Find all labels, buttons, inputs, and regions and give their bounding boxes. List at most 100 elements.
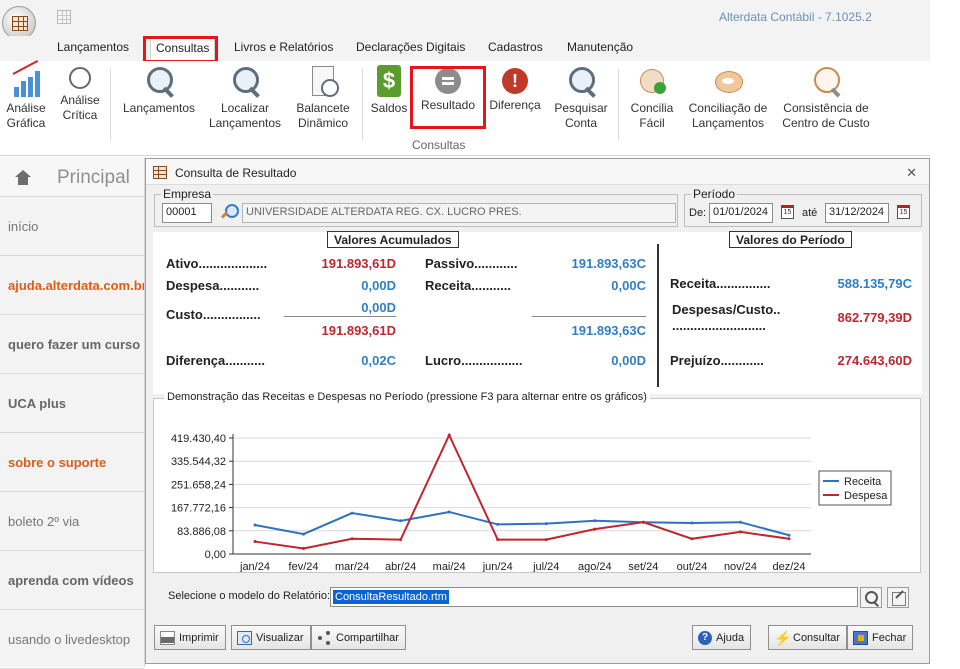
- compartilhar-label: Compartilhar: [336, 631, 399, 644]
- periodo-ate-input[interactable]: 31/12/2024: [825, 203, 889, 223]
- analise-critica-button[interactable]: Análise Crítica: [57, 65, 103, 123]
- tab-manutencao[interactable]: Manutenção: [567, 40, 633, 54]
- chart-panel: Demonstração das Receitas e Despesas no …: [153, 391, 921, 573]
- sidebar-item-videos[interactable]: aprenda com vídeos: [0, 551, 144, 610]
- data-point-despesa: [738, 530, 742, 534]
- legend-label-receita: Receita: [844, 476, 882, 488]
- sidebar-item-livedesktop[interactable]: usando o livedesktop: [0, 610, 144, 669]
- sidebar-title: Principal: [57, 167, 130, 188]
- x-tick-label: abr/24: [385, 561, 416, 572]
- periodo-de-label: De:: [689, 207, 707, 219]
- tab-lancamentos[interactable]: Lançamentos: [57, 40, 129, 54]
- ativo-label: Ativo...................: [166, 256, 268, 271]
- compartilhar-button[interactable]: Compartilhar: [311, 625, 406, 650]
- ajuda-button[interactable]: ? Ajuda: [692, 625, 752, 650]
- periodo-de-input[interactable]: 01/01/2024: [709, 203, 773, 223]
- custo-value: 0,00D: [361, 300, 396, 315]
- y-tick-label: 0,00: [205, 549, 226, 561]
- visualizar-label: Visualizar: [256, 631, 304, 644]
- y-tick-label: 419.430,40: [171, 433, 226, 445]
- preview-icon: [237, 630, 252, 645]
- sidebar-item-suporte[interactable]: sobre o suporte: [0, 433, 144, 492]
- lucro-value: 0,00D: [611, 353, 646, 368]
- data-point-despesa: [690, 537, 694, 541]
- data-point-despesa: [447, 433, 451, 437]
- series-line-despesa: [254, 432, 790, 550]
- valores-periodo-heading: Valores do Período: [729, 231, 852, 248]
- concilia-facil-button[interactable]: Concilia Fácil: [626, 65, 678, 131]
- ribbon-separator: [618, 69, 619, 141]
- lightbulb-icon: [69, 67, 91, 89]
- tab-declaracoes-digitais[interactable]: Declarações Digitais: [356, 40, 465, 54]
- fechar-button[interactable]: Fechar: [847, 625, 914, 650]
- diferenca-button[interactable]: ! Diferença: [486, 65, 544, 113]
- periodo-receita-value: 588.135,79C: [837, 276, 912, 291]
- analise-grafica-button[interactable]: Análise Gráfica: [3, 65, 49, 131]
- consistencia-centro-custo-button[interactable]: Consistência de Centro de Custo: [778, 65, 874, 131]
- tab-livros-relatorios[interactable]: Livros e Relatórios: [234, 40, 333, 54]
- sidebar-item-uca-plus[interactable]: UCA plus: [0, 374, 144, 433]
- dialog-icon: [153, 166, 167, 179]
- sidebar-item-ajuda[interactable]: ajuda.alterdata.com.br: [0, 256, 144, 315]
- calendar-icon[interactable]: 15: [897, 205, 910, 219]
- model-edit-button[interactable]: [887, 587, 909, 608]
- diferenca-value: 0,02C: [361, 353, 396, 368]
- model-input[interactable]: ConsultaResultado.rtm: [330, 587, 858, 607]
- pesquisar-conta-label: Pesquisar Conta: [554, 101, 608, 130]
- dialog-title: Consulta de Resultado: [175, 166, 297, 180]
- subtotal-line-right: [532, 316, 646, 317]
- home-icon[interactable]: [15, 170, 31, 186]
- data-point-receita: [496, 522, 500, 526]
- imprimir-button[interactable]: Imprimir: [154, 625, 226, 650]
- calendar-icon[interactable]: 15: [781, 205, 794, 219]
- empresa-name-field: UNIVERSIDADE ALTERDATA REG. CX. LUCRO PR…: [242, 203, 676, 223]
- title-bar: Alterdata Contábil - 7.1025.2: [0, 0, 930, 40]
- periodo-legend: Período: [693, 187, 736, 201]
- custo-label: Custo................: [166, 307, 261, 322]
- close-icon[interactable]: ✕: [906, 165, 917, 181]
- app-title: Alterdata Contábil - 7.1025.2: [719, 10, 872, 24]
- model-search-button[interactable]: [860, 587, 882, 608]
- help-icon: ?: [698, 630, 712, 645]
- data-point-despesa: [641, 520, 645, 524]
- sidebar-item-boleto[interactable]: boleto 2º via: [0, 492, 144, 551]
- data-point-despesa: [787, 537, 791, 541]
- tab-cadastros[interactable]: Cadastros: [488, 40, 543, 54]
- document-search-icon: [565, 65, 597, 97]
- passivo-value: 191.893,63C: [571, 256, 646, 271]
- coin-search-icon: [810, 65, 842, 97]
- visualizar-button[interactable]: Visualizar: [231, 625, 311, 650]
- valores-acumulados-heading: Valores Acumulados: [327, 231, 459, 248]
- data-point-receita: [253, 523, 257, 527]
- despesa-value: 0,00D: [361, 278, 396, 293]
- lancamentos-button[interactable]: Lançamentos: [120, 65, 198, 116]
- consistencia-centro-custo-label: Consistência de Centro de Custo: [782, 101, 870, 130]
- ribbon-group-label: Consultas: [412, 138, 466, 152]
- subtotal-left-value: 191.893,61D: [321, 323, 396, 338]
- ativo-value: 191.893,61D: [321, 256, 396, 271]
- x-tick-label: fev/24: [289, 561, 319, 572]
- app-menu-button[interactable]: [2, 6, 36, 40]
- periodo-despesas-value: 862.779,39D: [837, 310, 912, 325]
- quick-access-calculator-icon[interactable]: [57, 10, 71, 24]
- y-tick-label: 83.886,08: [177, 526, 226, 538]
- dialog-title-bar: Consulta de Resultado ✕: [146, 159, 929, 185]
- periodo-despesas-label-dots: ..........................: [672, 318, 766, 333]
- sidebar-header: Principal: [0, 157, 144, 197]
- conciliacao-lancamentos-button[interactable]: Conciliação de Lançamentos: [684, 65, 772, 131]
- tab-consultas[interactable]: Consultas: [150, 37, 216, 61]
- resultado-button[interactable]: Resultado: [418, 65, 478, 113]
- y-tick-label: 167.772,16: [171, 503, 226, 515]
- x-tick-label: set/24: [628, 561, 658, 572]
- sidebar-item-inicio[interactable]: início: [0, 197, 144, 256]
- model-label: Selecione o modelo do Relatório:: [168, 590, 331, 602]
- consultar-button[interactable]: ⚡ Consultar: [768, 625, 848, 650]
- saldos-button[interactable]: $ Saldos: [368, 65, 410, 116]
- balancete-dinamico-button[interactable]: Balancete Dinâmico: [290, 65, 356, 131]
- pesquisar-conta-button[interactable]: Pesquisar Conta: [552, 65, 610, 131]
- data-point-receita: [544, 522, 548, 526]
- search-icon[interactable]: [221, 204, 239, 220]
- localizar-lancamentos-button[interactable]: Localizar Lançamentos: [206, 65, 284, 131]
- empresa-code-input[interactable]: 00001: [162, 203, 212, 223]
- sidebar-item-curso[interactable]: quero fazer um curso: [0, 315, 144, 374]
